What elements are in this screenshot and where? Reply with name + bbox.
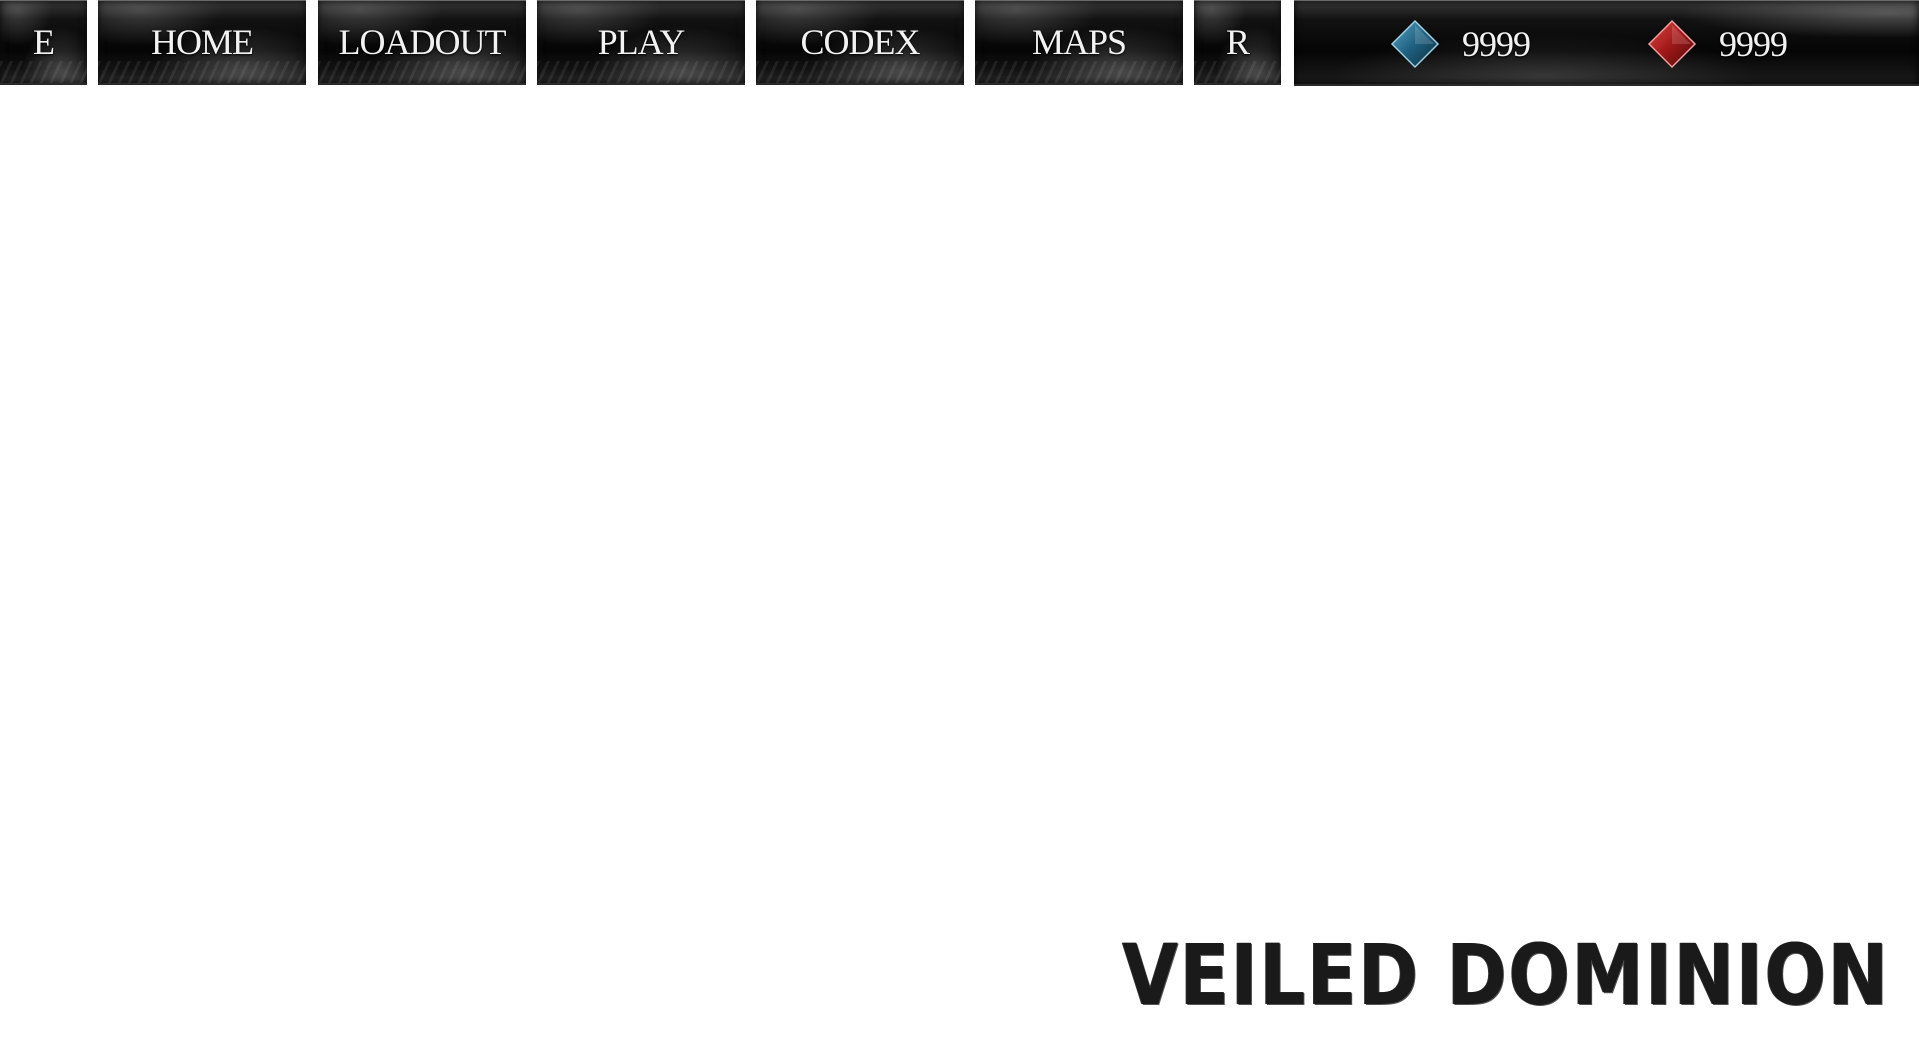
blue-currency-value: 9999 xyxy=(1462,24,1531,64)
tab-play-label: PLAY xyxy=(597,22,686,62)
blue-currency: 9999 xyxy=(1390,1,1531,87)
blue-gem-icon xyxy=(1390,19,1440,69)
tab-home-label: HOME xyxy=(151,22,254,62)
red-currency: 9999 xyxy=(1647,1,1788,87)
top-navigation-bar: E HOME LOADOUT PLAY CODEX MAPS R 9999 99… xyxy=(0,0,1919,88)
tab-codex-label: CODEX xyxy=(800,22,921,62)
tab-maps-label: MAPS xyxy=(1031,22,1127,62)
next-tab-button[interactable]: R xyxy=(1194,0,1281,85)
currency-panel: 9999 9999 xyxy=(1294,0,1919,86)
tab-loadout-label: LOADOUT xyxy=(338,22,507,62)
tab-loadout[interactable]: LOADOUT xyxy=(318,0,526,85)
red-currency-value: 9999 xyxy=(1719,24,1788,64)
next-tab-label: R xyxy=(1225,22,1250,62)
tab-maps[interactable]: MAPS xyxy=(975,0,1183,85)
prev-tab-button[interactable]: E xyxy=(0,0,87,85)
game-logo-text: VEILED DOMINION xyxy=(1122,926,1890,1024)
tab-play[interactable]: PLAY xyxy=(537,0,745,85)
tab-home[interactable]: HOME xyxy=(98,0,306,85)
red-gem-icon xyxy=(1647,19,1697,69)
prev-tab-label: E xyxy=(33,22,55,62)
game-logo: VEILED DOMINION xyxy=(1122,926,1890,1024)
tab-codex[interactable]: CODEX xyxy=(756,0,964,85)
